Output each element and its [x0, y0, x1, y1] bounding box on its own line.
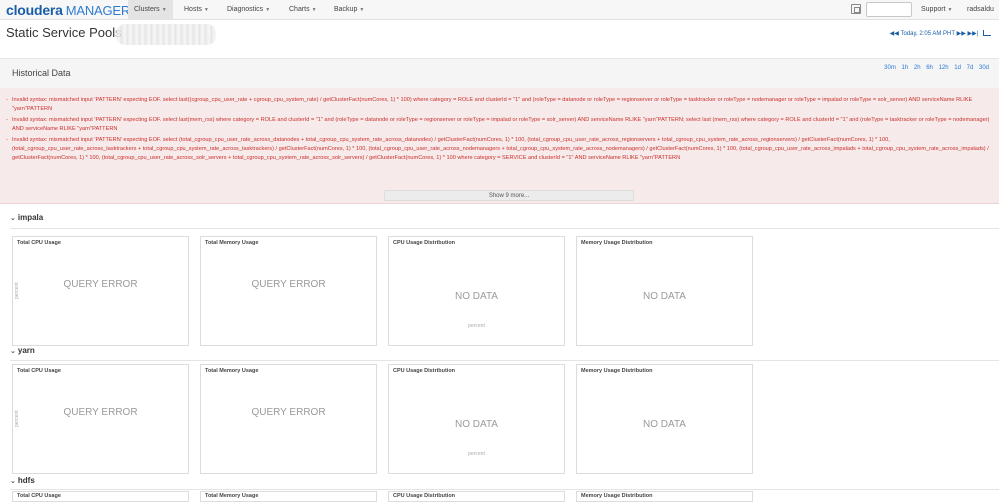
divider — [10, 489, 999, 490]
time-control[interactable]: ◀◀ Today, 2:05 AM PHT ▶▶ ▶▶| — [890, 30, 991, 38]
chevron-down-icon: ▼ — [359, 7, 365, 13]
current-time: Today, 2:05 AM PHT — [900, 31, 955, 37]
range-7d[interactable]: 7d — [967, 65, 974, 71]
panel-title: Memory Usage Distribution — [581, 368, 653, 374]
chevron-down-icon: ▼ — [161, 7, 167, 13]
service-header-yarn[interactable]: ⌄ yarn — [10, 346, 35, 355]
skip-end-icon[interactable]: ▶▶| — [968, 31, 979, 37]
nav-user[interactable]: radsaldu — [961, 0, 994, 19]
chart-panel-memory-distribution[interactable]: Memory Usage Distribution NO DATA — [576, 236, 753, 346]
chevron-down-icon: ⌄ — [10, 478, 16, 485]
panel-title: CPU Usage Distribution — [393, 240, 456, 246]
service-name: yarn — [17, 346, 35, 355]
search-input[interactable] — [866, 2, 912, 17]
service-name: hdfs — [17, 476, 35, 485]
range-1h[interactable]: 1h — [902, 65, 909, 71]
nav-backup-label: Backup — [334, 6, 358, 13]
panel-title: Total CPU Usage — [17, 240, 61, 246]
service-name: impala — [17, 213, 44, 222]
chart-panel-memory-distribution[interactable]: Memory Usage Distribution — [576, 491, 753, 502]
x-axis-label: percent — [468, 323, 485, 329]
page-title: Static Service Pools — [6, 25, 122, 40]
nav-diagnostics-label: Diagnostics — [227, 6, 264, 13]
range-1d[interactable]: 1d — [954, 65, 961, 71]
divider — [10, 228, 999, 229]
top-navbar: cloudera MANAGER Clusters ▼ Hosts ▼ Diagnos… — [0, 0, 999, 20]
nav-charts-label: Charts — [289, 6, 310, 13]
chart-panel-total-cpu[interactable]: Total CPU Usage percent QUERY ERROR — [12, 364, 189, 474]
nav-hosts[interactable]: Hosts ▼ — [178, 0, 215, 19]
panel-title: CPU Usage Distribution — [393, 368, 456, 374]
range-6h[interactable]: 6h — [926, 65, 933, 71]
chart-panel-cpu-distribution[interactable]: CPU Usage Distribution NO DATA percent — [388, 364, 565, 474]
chart-panel-total-cpu[interactable]: Total CPU Usage — [12, 491, 189, 502]
chart-panel-total-memory[interactable]: Total Memory Usage QUERY ERROR — [200, 236, 377, 346]
chart-panel-cpu-distribution[interactable]: CPU Usage Distribution — [388, 491, 565, 502]
chevron-down-icon: ▼ — [947, 7, 953, 13]
chevron-down-icon: ▼ — [203, 7, 209, 13]
range-2h[interactable]: 2h — [914, 65, 921, 71]
chevron-down-icon: ▼ — [311, 7, 317, 13]
panel-title: Total CPU Usage — [17, 368, 61, 374]
service-header-impala[interactable]: ⌄ impala — [10, 213, 43, 222]
nav-charts[interactable]: Charts ▼ — [283, 0, 323, 19]
chart-icon[interactable] — [983, 30, 991, 36]
chevron-down-icon: ⌄ — [10, 348, 16, 355]
historical-data-header: Historical Data 30m 1h 2h 6h 12h 1d 7d 3… — [0, 58, 999, 88]
nav-backup[interactable]: Backup ▼ — [328, 0, 370, 19]
historical-data-title: Historical Data — [12, 68, 71, 78]
brand-name: cloudera — [6, 2, 63, 18]
copy-icon[interactable] — [851, 4, 861, 14]
panel-message: QUERY ERROR — [251, 279, 326, 290]
panel-title: Total Memory Usage — [205, 368, 259, 374]
divider — [10, 360, 999, 361]
panel-title: Memory Usage Distribution — [581, 493, 653, 499]
panel-title: CPU Usage Distribution — [393, 493, 456, 499]
panel-title: Memory Usage Distribution — [581, 240, 653, 246]
error-message: Invalid syntax: mismatched input 'PATTER… — [6, 136, 992, 162]
nav-clusters-label: Clusters — [134, 6, 160, 13]
cloudera-logo[interactable]: cloudera MANAGER — [6, 2, 130, 19]
error-list: Invalid syntax: mismatched input 'PATTER… — [0, 88, 999, 204]
chart-panel-memory-distribution[interactable]: Memory Usage Distribution NO DATA — [576, 364, 753, 474]
chart-panel-cpu-distribution[interactable]: CPU Usage Distribution NO DATA percent — [388, 236, 565, 346]
chevron-down-icon: ⌄ — [10, 215, 16, 222]
error-message: Invalid syntax: mismatched input 'PATTER… — [6, 116, 992, 133]
time-range-selector: 30m 1h 2h 6h 12h 1d 7d 30d — [880, 65, 989, 71]
chart-panel-total-memory[interactable]: Total Memory Usage — [200, 491, 377, 502]
nav-clusters[interactable]: Clusters ▼ — [128, 0, 173, 19]
chart-panel-total-cpu[interactable]: Total CPU Usage percent QUERY ERROR — [12, 236, 189, 346]
error-message: Invalid syntax: mismatched input 'PATTER… — [6, 96, 992, 113]
redacted-region — [116, 24, 216, 45]
nav-hosts-label: Hosts — [184, 6, 202, 13]
nav-support[interactable]: Support ▼ — [915, 0, 958, 19]
x-axis-label: percent — [468, 451, 485, 457]
panel-message: QUERY ERROR — [63, 279, 138, 290]
rewind-icon[interactable]: ◀◀ — [890, 31, 899, 37]
panel-message: QUERY ERROR — [251, 407, 326, 418]
chevron-down-icon: ▼ — [265, 7, 271, 13]
panel-message: NO DATA — [643, 291, 686, 302]
nav-support-label: Support — [921, 6, 946, 13]
play-icon[interactable]: ▶▶ — [957, 31, 966, 37]
nav-user-label: radsaldu — [967, 6, 994, 13]
product-name: MANAGER — [65, 3, 131, 18]
panel-message: NO DATA — [455, 291, 498, 302]
nav-diagnostics[interactable]: Diagnostics ▼ — [221, 0, 276, 19]
panel-message: NO DATA — [643, 419, 686, 430]
panel-title: Total Memory Usage — [205, 240, 259, 246]
chart-panel-total-memory[interactable]: Total Memory Usage QUERY ERROR — [200, 364, 377, 474]
show-more-button[interactable]: Show 9 more... — [384, 190, 634, 201]
panel-message: QUERY ERROR — [63, 407, 138, 418]
panel-title: Total CPU Usage — [17, 493, 61, 499]
range-30m[interactable]: 30m — [884, 65, 896, 71]
panel-message: NO DATA — [455, 419, 498, 430]
range-12h[interactable]: 12h — [939, 65, 949, 71]
range-30d[interactable]: 30d — [979, 65, 989, 71]
service-header-hdfs[interactable]: ⌄ hdfs — [10, 476, 35, 485]
panel-title: Total Memory Usage — [205, 493, 259, 499]
